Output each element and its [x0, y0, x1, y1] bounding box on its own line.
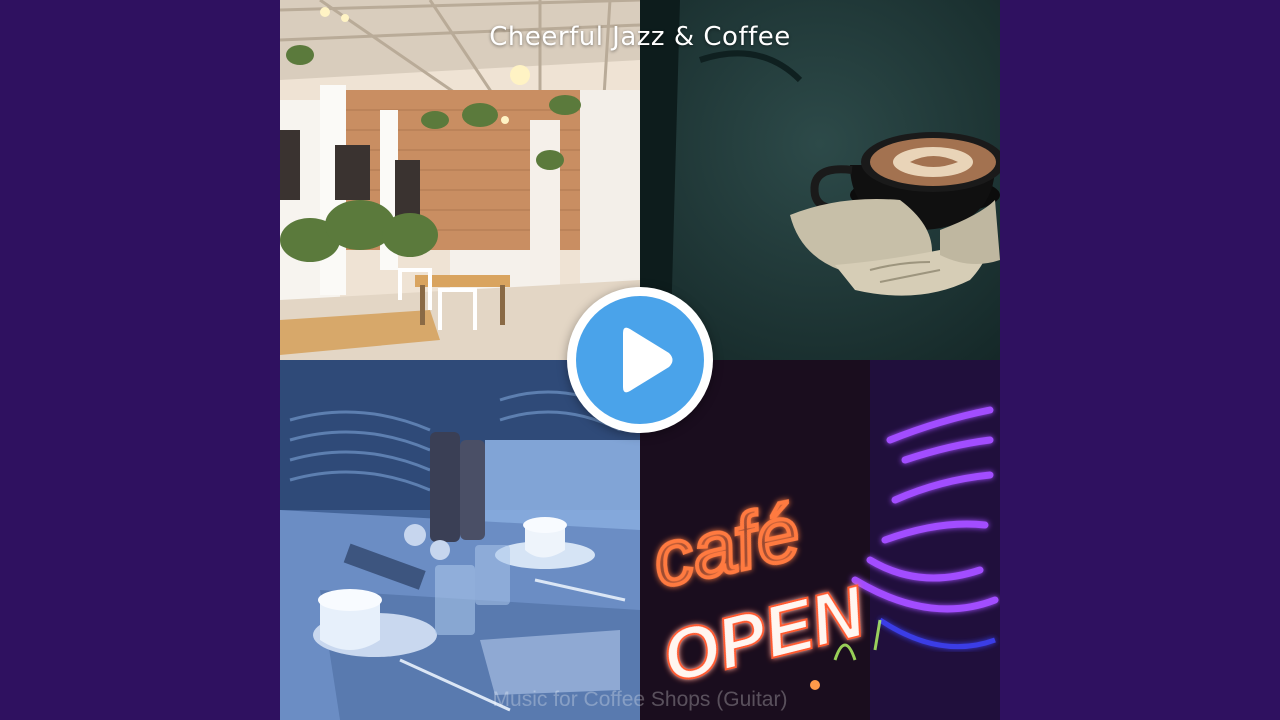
play-button[interactable] [567, 287, 713, 433]
video-player[interactable]: café OPEN Cheerful Jazz & Coffee Music f… [0, 0, 1280, 720]
play-icon [623, 327, 673, 393]
